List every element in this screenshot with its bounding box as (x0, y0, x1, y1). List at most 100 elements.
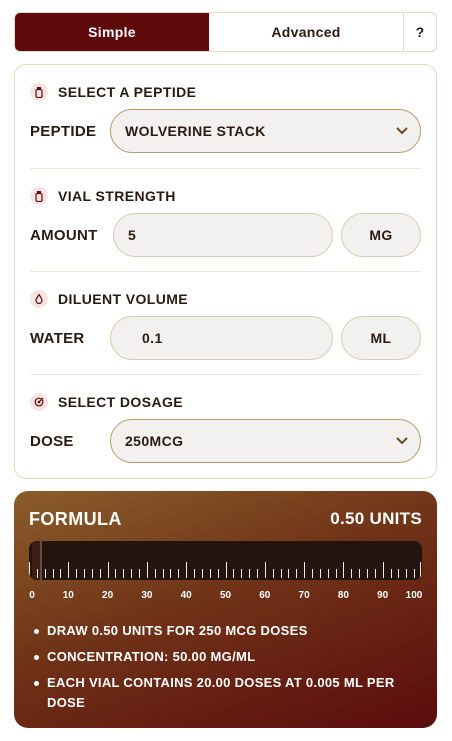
syringe-tick (107, 562, 109, 578)
vial-icon (30, 83, 48, 101)
syringe-tick (335, 569, 337, 578)
formula-notes: DRAW 0.50 UNITS FOR 250 MCG DOSES CONCENT… (34, 621, 427, 719)
water-label: WATER (30, 329, 85, 347)
peptide-section: SELECT A PEPTIDE PEPTIDE WOLVERINE STACK (30, 82, 421, 153)
syringe-tick (351, 569, 353, 578)
syringe-tick (406, 569, 408, 578)
syringe-tick (99, 569, 101, 578)
divider (30, 374, 421, 375)
droplet-icon (30, 290, 48, 308)
syringe-tick (233, 569, 235, 578)
scale-label: 100 (405, 590, 423, 601)
vial-section: VIAL STRENGTH AMOUNT 5 MG (30, 186, 421, 257)
formula-note: DRAW 0.50 UNITS FOR 250 MCG DOSES (34, 621, 427, 641)
water-value: 0.1 (142, 330, 163, 346)
dosage-section: SELECT DOSAGE DOSE 250MCG (30, 392, 421, 463)
calculator-card: SELECT A PEPTIDE PEPTIDE WOLVERINE STACK… (14, 64, 437, 479)
syringe-tick (374, 569, 376, 578)
diluent-section-label: DILUENT VOLUME (58, 291, 189, 307)
syringe-tick (256, 569, 258, 578)
scale-label: 0 (29, 590, 35, 601)
peptide-select[interactable]: WOLVERINE STACK (110, 109, 421, 153)
syringe-tick (115, 569, 117, 578)
scale-label: 20 (102, 590, 114, 601)
scale-label: 60 (259, 590, 271, 601)
syringe-tick (249, 569, 251, 578)
syringe-tick (44, 569, 46, 578)
dose-row: DOSE 250MCG (30, 419, 421, 463)
divider (30, 168, 421, 169)
syringe-tick (311, 569, 313, 578)
syringe-scale: 0 10 20 30 40 50 60 70 80 90 100 (29, 590, 422, 604)
peptide-select-value: WOLVERINE STACK (125, 123, 266, 139)
vial-section-title: VIAL STRENGTH (30, 186, 421, 206)
amount-value: 5 (128, 227, 137, 243)
help-button[interactable]: ? (404, 13, 436, 51)
scale-label: 90 (377, 590, 389, 601)
syringe-tick (217, 569, 219, 578)
syringe-tick (382, 562, 384, 578)
divider (30, 271, 421, 272)
diluent-section-title: DILUENT VOLUME (30, 289, 421, 309)
syringe-tick (366, 569, 368, 578)
scale-label: 70 (298, 590, 310, 601)
scale-label: 80 (337, 590, 349, 601)
formula-note: CONCENTRATION: 50.00 MG/ML (34, 647, 427, 667)
mode-tabs: Simple Advanced ? (14, 12, 437, 52)
scale-label: 40 (180, 590, 192, 601)
water-input[interactable]: 0.1 (110, 316, 333, 360)
dose-label: DOSE (30, 432, 74, 450)
syringe-tick (296, 569, 298, 578)
syringe-tick (146, 562, 148, 578)
formula-title: FORMULA (29, 509, 122, 529)
syringe-tick (162, 569, 164, 578)
syringe-tick (209, 569, 211, 578)
syringe-tick (178, 569, 180, 578)
peptide-row: PEPTIDE WOLVERINE STACK (30, 109, 421, 153)
tab-advanced[interactable]: Advanced (209, 13, 404, 51)
syringe-tick (170, 569, 172, 578)
syringe-tick (414, 569, 416, 578)
peptide-section-label: SELECT A PEPTIDE (58, 84, 197, 100)
peptide-section-title: SELECT A PEPTIDE (30, 82, 421, 102)
vial-section-label: VIAL STRENGTH (58, 188, 176, 204)
amount-input[interactable]: 5 (113, 213, 333, 257)
syringe-tick (186, 562, 188, 578)
syringe-tick (131, 569, 133, 578)
syringe-gauge (29, 541, 422, 580)
chevron-down-icon (396, 127, 408, 135)
amount-unit-select[interactable]: MG (341, 213, 421, 257)
formula-panel: FORMULA 0.50 UNITS 0 10 20 30 40 50 60 70 80 90 10… (14, 491, 437, 728)
syringe-tick (288, 569, 290, 578)
syringe-tick (319, 569, 321, 578)
target-icon (30, 393, 48, 411)
formula-units: 0.50 UNITS (330, 509, 422, 528)
syringe-tick (36, 569, 38, 578)
syringe-tick (123, 569, 125, 578)
syringe-tick (194, 569, 196, 578)
vial-icon (30, 187, 48, 205)
amount-label: AMOUNT (30, 226, 98, 244)
tab-simple[interactable]: Simple (15, 13, 209, 51)
syringe-tick (264, 562, 266, 578)
dosage-section-label: SELECT DOSAGE (58, 394, 183, 410)
syringe-tick (84, 569, 86, 578)
syringe-tick (76, 569, 78, 578)
water-unit-select[interactable]: ML (341, 316, 421, 360)
formula-note: EACH VIAL CONTAINS 20.00 DOSES AT 0.005 … (34, 673, 427, 713)
syringe-tick (60, 569, 62, 578)
syringe-tick (154, 569, 156, 578)
syringe-tick (398, 569, 400, 578)
syringe-tick (272, 569, 274, 578)
syringe-tick (280, 569, 282, 578)
syringe-tick (359, 569, 361, 578)
syringe-tick (304, 562, 306, 578)
syringe-tick (420, 562, 421, 578)
diluent-section: DILUENT VOLUME WATER 0.1 ML (30, 289, 421, 360)
syringe-tick (201, 569, 203, 578)
syringe-tick (241, 569, 243, 578)
scale-label: 10 (62, 590, 74, 601)
dosage-section-title: SELECT DOSAGE (30, 392, 421, 412)
syringe-tick (343, 562, 345, 578)
dose-select[interactable]: 250MCG (110, 419, 421, 463)
